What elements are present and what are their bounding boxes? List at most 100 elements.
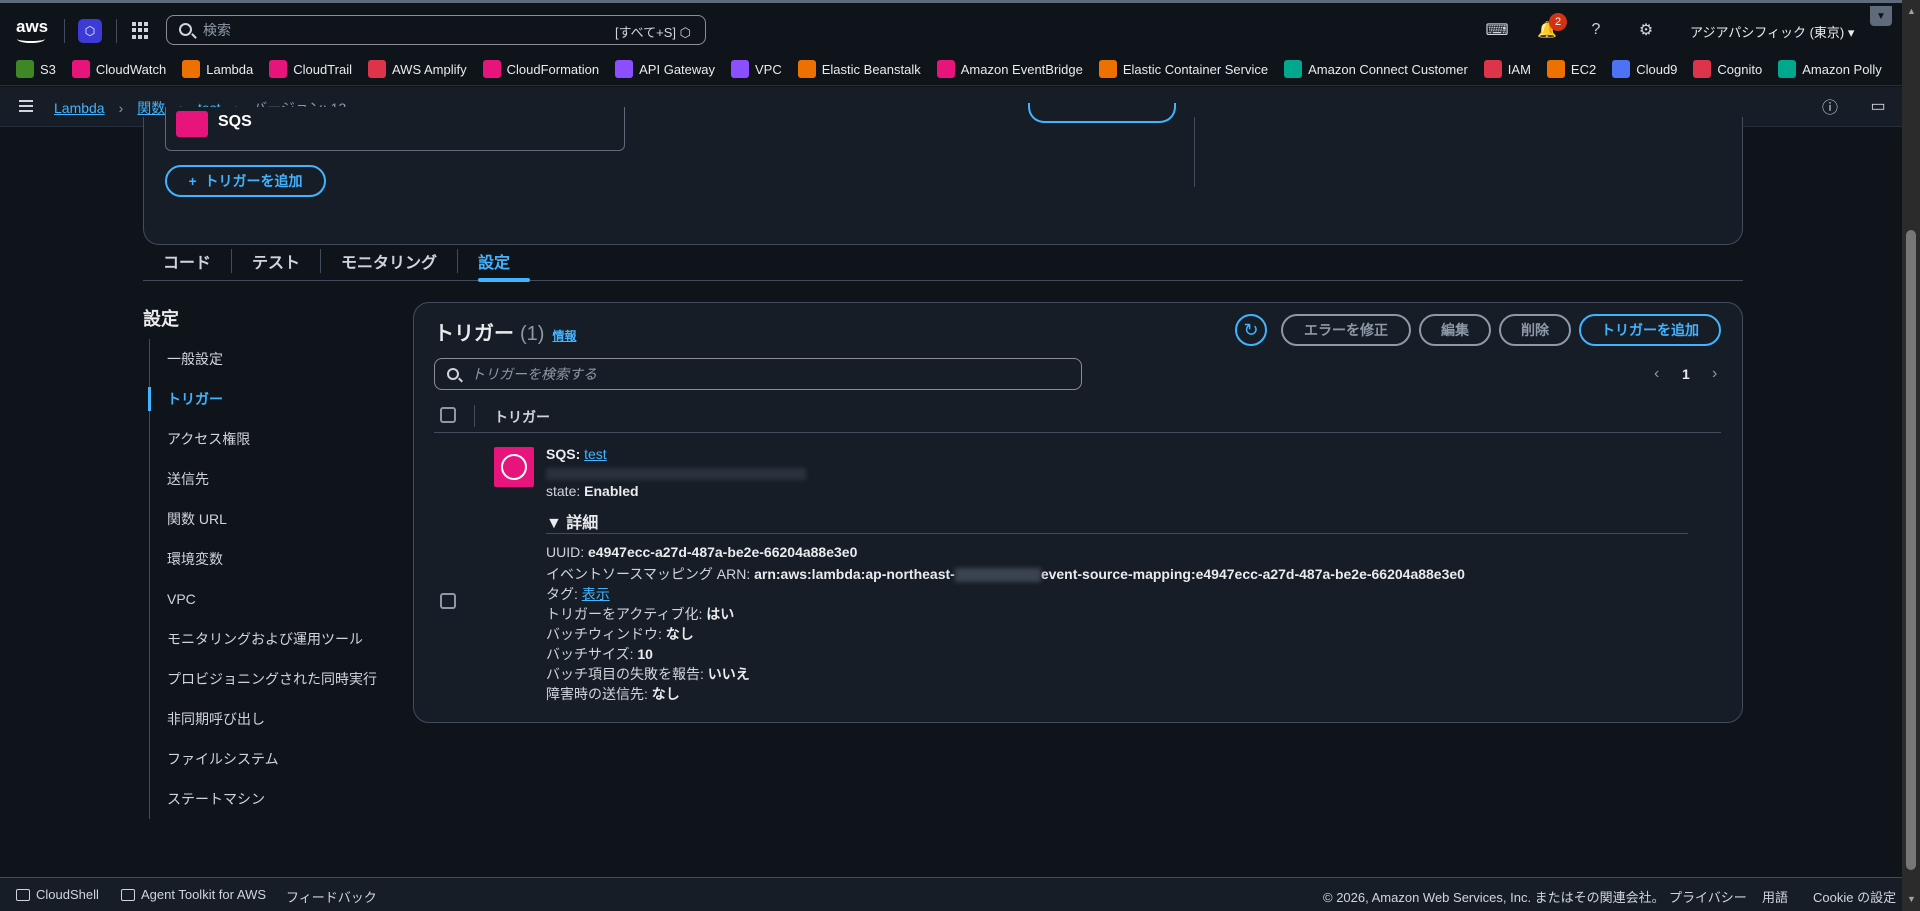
services-grid-icon[interactable] bbox=[132, 22, 149, 39]
agent-toolkit-link[interactable]: Agent Toolkit for AWS bbox=[121, 887, 266, 902]
triggers-heading: トリガー bbox=[434, 323, 514, 345]
favorite-elastic-container-service[interactable]: Elastic Container Service bbox=[1098, 60, 1268, 78]
add-destination-button-edge[interactable] bbox=[1028, 103, 1176, 123]
terms-link[interactable]: 用語 bbox=[1762, 887, 1788, 906]
sidebar-item-0[interactable]: 一般設定 bbox=[150, 339, 389, 379]
scroll-down-icon[interactable]: ▼ bbox=[1907, 894, 1916, 904]
sidebar-item-4[interactable]: 関数 URL bbox=[150, 499, 389, 539]
main-content: SQS + トリガーを追加 コード テスト モニタリング 設定 設定 一般設定ト… bbox=[0, 103, 1902, 877]
select-all-checkbox[interactable] bbox=[440, 407, 456, 423]
scroll-up-icon[interactable]: ▲ bbox=[1907, 6, 1916, 16]
page-scrollbar[interactable]: ▲ ▼ bbox=[1902, 0, 1920, 911]
service-icon bbox=[71, 60, 90, 78]
tab-configuration[interactable]: 設定 bbox=[458, 241, 531, 282]
sqs-queue-link[interactable]: test bbox=[584, 446, 607, 462]
sqs-node-label: SQS bbox=[218, 113, 252, 130]
details-expander[interactable]: ▼ 詳細 bbox=[546, 509, 598, 533]
hexagon-app-icon[interactable]: ⬡ bbox=[78, 19, 102, 43]
panel-toggle-icon[interactable]: ▭ bbox=[1868, 96, 1888, 116]
refresh-icon: ↻ bbox=[1243, 319, 1259, 340]
tab-monitoring[interactable]: モニタリング bbox=[321, 241, 457, 281]
toolkit-icon bbox=[121, 888, 135, 901]
sidebar-item-7[interactable]: モニタリングおよび運用ツール bbox=[150, 619, 389, 659]
breadcrumb-functions[interactable]: 関数 bbox=[137, 98, 165, 118]
notification-count-badge: 2 bbox=[1549, 13, 1567, 31]
cookie-settings-link[interactable]: Cookie の設定 bbox=[1813, 887, 1896, 906]
scrollbar-thumb[interactable] bbox=[1906, 230, 1916, 870]
global-search-input[interactable]: 検索 [すべて+S] ⬡ bbox=[166, 15, 706, 45]
favorite-cloudwatch[interactable]: CloudWatch bbox=[71, 60, 166, 78]
footer: CloudShell Agent Toolkit for AWS フィードバック… bbox=[0, 877, 1902, 911]
favorite-label: Cognito bbox=[1717, 61, 1763, 77]
function-tabs: コード テスト モニタリング 設定 bbox=[143, 241, 1743, 282]
sidebar-item-9[interactable]: 非同期呼び出し bbox=[150, 699, 389, 739]
chevron-right-icon[interactable]: › bbox=[1712, 365, 1717, 383]
sidebar-item-1[interactable]: トリガー bbox=[148, 379, 389, 419]
edit-button[interactable]: 編集 bbox=[1419, 314, 1491, 346]
refresh-button[interactable]: ↻ bbox=[1235, 314, 1267, 346]
delete-button[interactable]: 削除 bbox=[1499, 314, 1571, 346]
info-icon[interactable]: ⓘ bbox=[1820, 96, 1840, 117]
row-checkbox[interactable] bbox=[440, 593, 456, 609]
cloudshell-link[interactable]: CloudShell bbox=[16, 887, 99, 902]
sidebar-item-2[interactable]: アクセス権限 bbox=[150, 419, 389, 459]
add-trigger-button[interactable]: トリガーを追加 bbox=[1579, 314, 1721, 346]
favorite-elastic-beanstalk[interactable]: Elastic Beanstalk bbox=[797, 60, 921, 78]
info-link[interactable]: 情報 bbox=[552, 329, 576, 343]
favorite-label: Lambda bbox=[206, 61, 254, 77]
favorite-vpc[interactable]: VPC bbox=[731, 60, 782, 78]
service-icon bbox=[1693, 60, 1712, 78]
region-selector[interactable]: アジアパシフィック (東京) ▾ bbox=[1690, 22, 1854, 41]
favorite-label: Elastic Beanstalk bbox=[821, 61, 921, 77]
favorite-ec2[interactable]: EC2 bbox=[1546, 60, 1596, 78]
favorite-aws-amplify[interactable]: AWS Amplify bbox=[367, 60, 467, 78]
terminal-icon bbox=[16, 888, 30, 901]
redacted-arn bbox=[546, 465, 806, 481]
add-trigger-button[interactable]: + トリガーを追加 bbox=[165, 165, 326, 197]
favorite-amazon-eventbridge[interactable]: Amazon EventBridge bbox=[936, 60, 1083, 78]
favorite-s3[interactable]: S3 bbox=[16, 60, 56, 78]
favorite-api-gateway[interactable]: API Gateway bbox=[615, 60, 715, 78]
sqs-trigger-node[interactable]: SQS bbox=[165, 107, 625, 151]
tab-code[interactable]: コード bbox=[143, 241, 231, 281]
page-number[interactable]: 1 bbox=[1682, 366, 1690, 382]
sidebar-item-6[interactable]: VPC bbox=[150, 579, 389, 619]
search-icon bbox=[179, 23, 192, 36]
favorite-cloudtrail[interactable]: CloudTrail bbox=[269, 60, 352, 78]
cloudshell-icon[interactable]: ⌨ bbox=[1485, 20, 1508, 40]
favorite-iam[interactable]: IAM bbox=[1483, 60, 1531, 78]
sidebar-item-3[interactable]: 送信先 bbox=[150, 459, 389, 499]
privacy-link[interactable]: プライバシー bbox=[1669, 887, 1747, 906]
sidebar-item-5[interactable]: 環境変数 bbox=[150, 539, 389, 579]
service-icon bbox=[1098, 60, 1117, 78]
divider bbox=[64, 19, 65, 43]
sidebar-item-11[interactable]: ステートマシン bbox=[150, 779, 389, 819]
favorite-amazon-polly[interactable]: Amazon Polly bbox=[1778, 60, 1882, 78]
help-icon[interactable]: ? bbox=[1586, 20, 1606, 40]
favorite-cloud9[interactable]: Cloud9 bbox=[1612, 60, 1677, 78]
favorite-lambda[interactable]: Lambda bbox=[182, 60, 253, 78]
feedback-link[interactable]: フィードバック bbox=[286, 887, 377, 906]
triggers-card: トリガー (1) 情報 ↻ エラーを修正 編集 削除 トリガーを追加 トリガーを検索… bbox=[413, 302, 1743, 723]
breadcrumb-lambda[interactable]: Lambda bbox=[54, 100, 105, 116]
menu-hamburger-icon[interactable] bbox=[19, 100, 33, 112]
trigger-search-input[interactable]: トリガーを検索する bbox=[434, 358, 1082, 390]
collapse-header-icon[interactable]: ▼ bbox=[1870, 6, 1892, 26]
favorite-label: Amazon EventBridge bbox=[960, 61, 1083, 77]
favorite-cognito[interactable]: Cognito bbox=[1693, 60, 1762, 78]
settings-gear-icon[interactable]: ⚙ bbox=[1636, 20, 1656, 40]
favorite-amazon-connect-customer[interactable]: Amazon Connect Customer bbox=[1284, 60, 1468, 78]
top-navigation: aws ⬡ 検索 [すべて+S] ⬡ ⌨ 🔔 2 ? ⚙ アジアパシフィック (… bbox=[0, 0, 1902, 53]
aws-logo[interactable]: aws bbox=[16, 17, 50, 43]
pagination: ‹ 1 › bbox=[1414, 365, 1719, 385]
show-tags-link[interactable]: 表示 bbox=[582, 586, 610, 602]
fix-errors-button[interactable]: エラーを修正 bbox=[1281, 314, 1411, 346]
divider bbox=[474, 405, 475, 427]
sidebar-item-8[interactable]: プロビジョニングされた同時実行 bbox=[150, 659, 389, 699]
sidebar-item-10[interactable]: ファイルシステム bbox=[150, 739, 389, 779]
divider bbox=[1194, 117, 1195, 187]
chevron-left-icon[interactable]: ‹ bbox=[1654, 365, 1659, 383]
favorite-cloudformation[interactable]: CloudFormation bbox=[482, 60, 599, 78]
batch-size-field: バッチサイズ: 10 bbox=[546, 646, 653, 662]
tab-test[interactable]: テスト bbox=[232, 241, 320, 281]
